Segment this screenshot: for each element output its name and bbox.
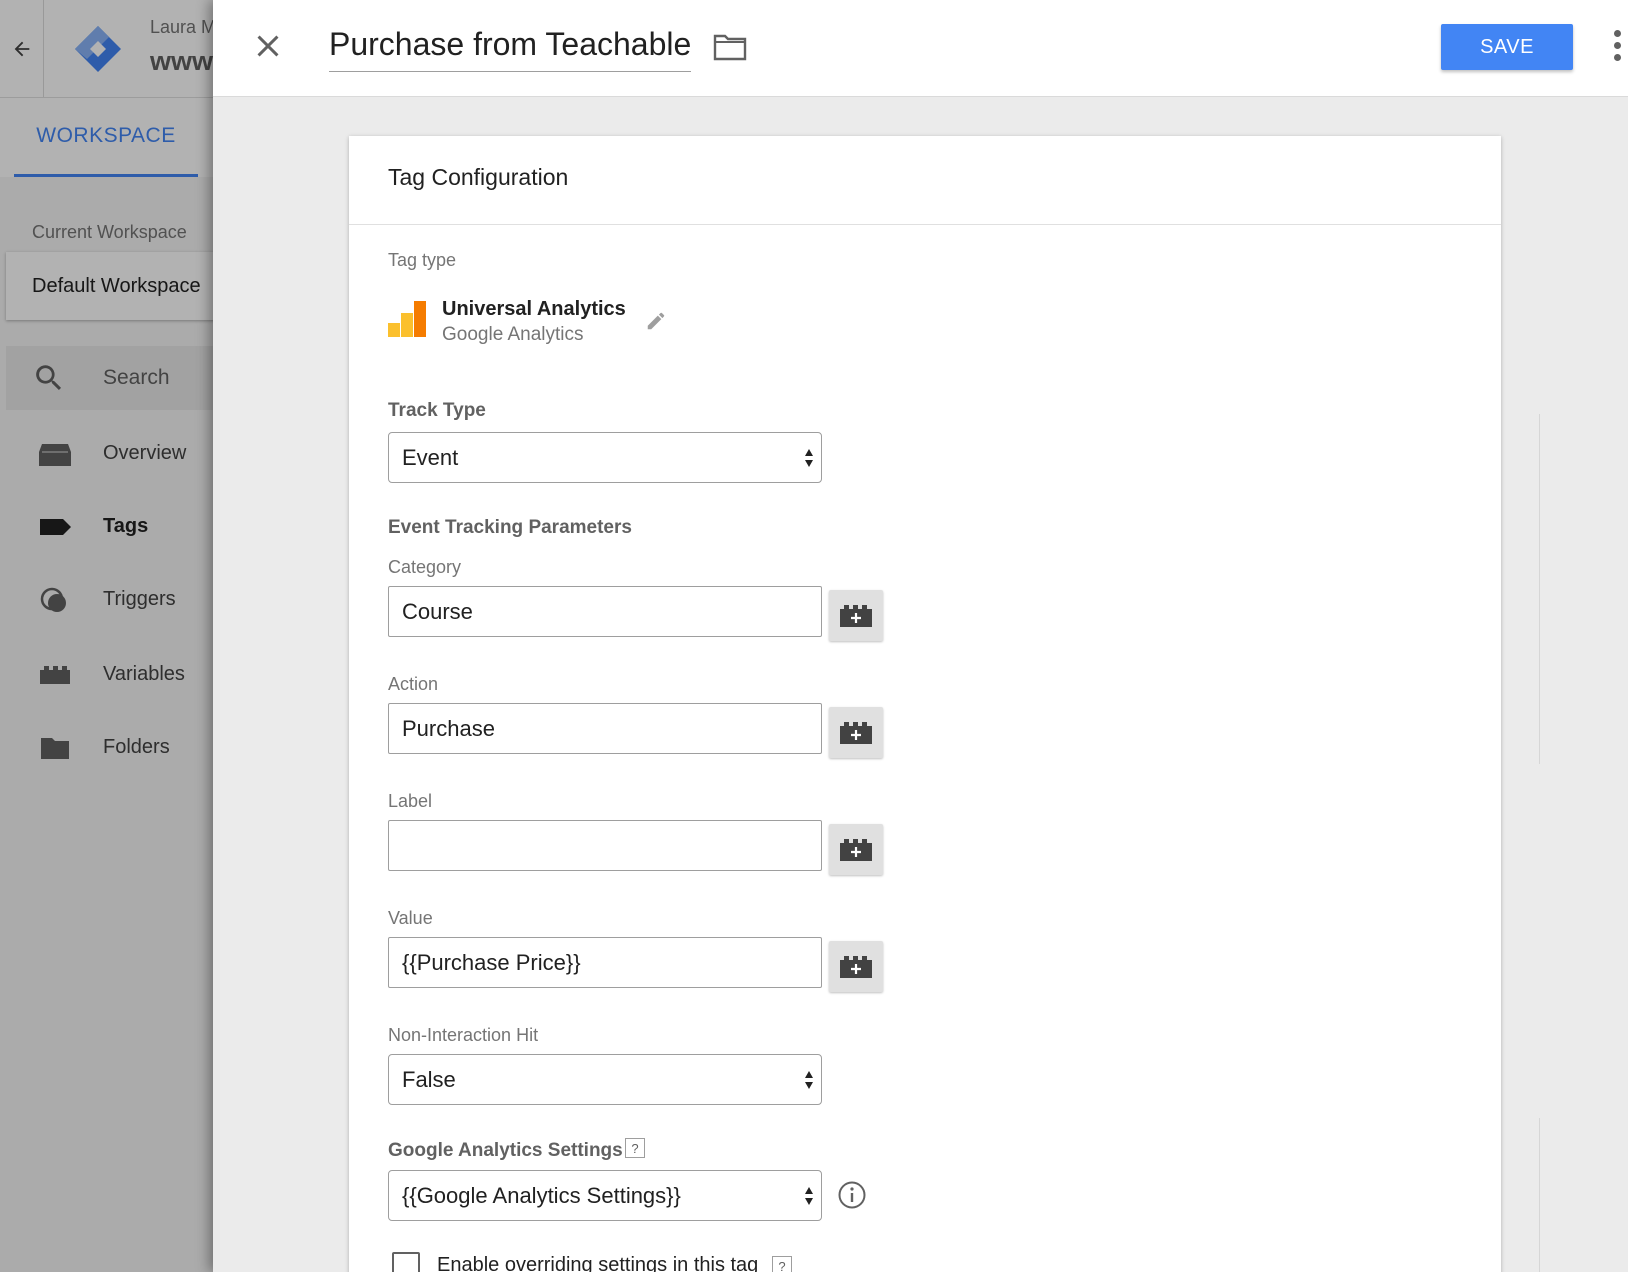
label-variable-button[interactable] [829, 824, 883, 875]
ga-settings-help-icon[interactable]: ? [625, 1138, 645, 1158]
more-options-icon[interactable] [1611, 28, 1623, 64]
tag-type-name: Universal Analytics [442, 298, 626, 320]
label-input[interactable] [388, 820, 822, 871]
close-icon[interactable] [250, 28, 286, 64]
track-type-label: Track Type [388, 400, 486, 421]
tag-type-vendor: Google Analytics [442, 324, 584, 345]
ga-settings-value: {{Google Analytics Settings}} [402, 1182, 681, 1208]
label-label: Label [388, 791, 433, 811]
add-variable-icon [840, 839, 872, 861]
add-variable-icon [840, 722, 872, 744]
ga-settings-label: Google Analytics Settings [388, 1140, 623, 1161]
tag-type-label: Tag type [388, 250, 457, 270]
track-type-select[interactable]: Event [388, 432, 822, 483]
value-input[interactable] [388, 937, 822, 988]
add-variable-icon [840, 605, 872, 627]
action-input[interactable] [388, 703, 822, 754]
info-icon[interactable] [837, 1180, 867, 1210]
non-interaction-select[interactable]: False [388, 1054, 822, 1105]
override-settings-label: Enable overriding settings in this tag [437, 1254, 759, 1272]
action-label: Action [388, 674, 439, 694]
folder-icon[interactable] [713, 32, 747, 62]
override-settings-checkbox[interactable] [392, 1252, 420, 1272]
select-arrows-icon [805, 449, 813, 467]
tag-configuration-card: Tag Configuration Tag type Universal Ana… [349, 136, 1501, 1272]
action-variable-button[interactable] [829, 707, 883, 758]
scroll-track [1539, 1118, 1540, 1272]
track-type-value: Event [402, 444, 459, 470]
value-label: Value [388, 908, 433, 928]
non-interaction-label: Non-Interaction Hit [388, 1025, 539, 1045]
card-header: Tag Configuration [349, 136, 1501, 225]
editor-header: Purchase from Teachable SAVE [213, 0, 1628, 97]
non-interaction-value: False [402, 1066, 456, 1092]
add-variable-icon [840, 956, 872, 978]
save-button[interactable]: SAVE [1441, 24, 1573, 70]
select-arrows-icon [805, 1187, 813, 1205]
category-label: Category [388, 557, 462, 577]
value-variable-button[interactable] [829, 941, 883, 992]
event-params-label: Event Tracking Parameters [388, 517, 632, 538]
card-title: Tag Configuration [388, 164, 569, 190]
google-analytics-icon [388, 301, 426, 337]
scroll-track [1539, 414, 1540, 764]
tag-name-field[interactable]: Purchase from Teachable [329, 26, 692, 72]
category-variable-button[interactable] [829, 590, 883, 641]
select-arrows-icon [805, 1071, 813, 1089]
tag-editor-drawer: Purchase from Teachable SAVE Tag Configu… [213, 0, 1628, 1272]
override-help-icon[interactable]: ? [772, 1256, 792, 1272]
ga-settings-select[interactable]: {{Google Analytics Settings}} [388, 1170, 822, 1221]
category-input[interactable] [388, 586, 822, 637]
pencil-icon[interactable] [645, 310, 667, 332]
